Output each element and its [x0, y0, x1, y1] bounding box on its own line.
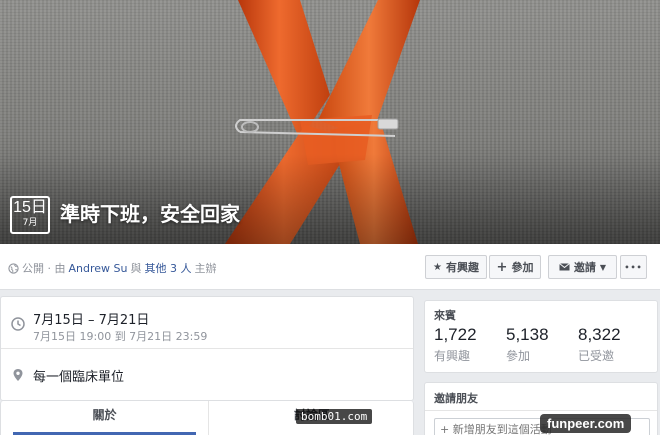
date-month: 7月 [22, 218, 38, 228]
join-button[interactable]: + 參加 [489, 255, 541, 279]
event-time-row[interactable]: 7月15日 – 7月21日 7月15日 19:00 到 7月21日 23:59 [1, 297, 413, 349]
event-date-range: 7月15日 – 7月21日 [33, 313, 150, 328]
event-details-card: 7月15日 – 7月21日 7月15日 19:00 到 7月21日 23:59 … [0, 296, 414, 401]
event-date-badge: 15日 7月 [10, 196, 50, 234]
event-location-row[interactable]: 每一個臨床單位 [1, 349, 413, 401]
event-action-bar: 公開 · 由 Andrew Su 與 其他 3 人 主辦 ★ 有興趣 + 參加 … [0, 244, 660, 290]
plus-icon: + [496, 259, 508, 275]
envelope-icon [559, 263, 570, 271]
stat-label: 有興趣 [434, 349, 471, 363]
host-name-link[interactable]: Andrew Su [69, 262, 128, 275]
host-connector: 與 [130, 262, 142, 275]
join-label: 參加 [511, 261, 534, 274]
host-suffix: 主辦 [194, 262, 217, 275]
date-day: 15日 [13, 199, 47, 216]
tab-about[interactable]: 關於 [1, 401, 208, 435]
event-date-detail: 7月15日 19:00 到 7月21日 23:59 [33, 330, 208, 343]
event-title: 準時下班，安全回家 [60, 202, 240, 226]
host-line: 公開 · 由 Andrew Su 與 其他 3 人 主辦 [8, 260, 216, 276]
event-location: 每一個臨床單位 [33, 370, 125, 385]
map-pin-icon [13, 369, 23, 381]
globe-icon [8, 262, 19, 274]
guests-header: 來賓 [434, 309, 456, 322]
more-dots-icon: ••• [624, 262, 643, 272]
clock-icon [11, 317, 25, 331]
stat-going[interactable]: 5,138 參加 [506, 325, 549, 364]
chevron-down-icon: ▼ [599, 262, 607, 272]
stat-label: 已受邀 [578, 349, 615, 363]
bomb01-watermark: bomb01.com [296, 409, 373, 424]
interested-label: 有興趣 [445, 261, 479, 274]
invite-label: 邀請 [573, 261, 596, 274]
guests-card: 來賓 1,722 有興趣 5,138 參加 8,322 已受邀 [424, 300, 658, 373]
stat-value: 1,722 [434, 325, 477, 344]
invite-friends-header: 邀請朋友 [434, 392, 478, 405]
other-hosts-link[interactable]: 其他 3 人 [144, 260, 191, 276]
stat-interested[interactable]: 1,722 有興趣 [434, 325, 477, 364]
interested-button[interactable]: ★ 有興趣 [425, 255, 487, 279]
divider [425, 410, 657, 411]
star-icon: ★ [433, 261, 442, 273]
stat-value: 5,138 [506, 325, 549, 344]
stat-label: 參加 [506, 349, 531, 363]
funpeer-watermark: funpeer.com [540, 414, 632, 433]
more-options-button[interactable]: ••• [620, 255, 647, 279]
privacy-label: 公開 · 由 [22, 262, 66, 275]
cover-photo[interactable]: 15日 7月 準時下班，安全回家 [0, 0, 660, 244]
stat-invited[interactable]: 8,322 已受邀 [578, 325, 621, 364]
stat-value: 8,322 [578, 325, 621, 344]
invite-button[interactable]: 邀請 ▼ [548, 255, 617, 279]
